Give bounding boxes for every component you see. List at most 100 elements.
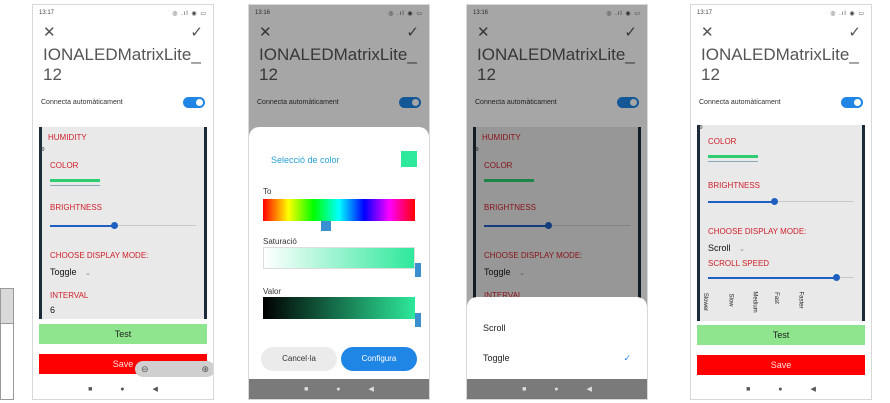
status-time: 13:17 [697, 10, 713, 16]
saturation-handle[interactable] [415, 263, 421, 277]
home-icon[interactable]: ● [554, 386, 558, 393]
settings-panel: HUMIDITY 39 COLOR BRIGHTNESS CHOOSE DISP… [39, 127, 207, 319]
status-bar: 13:17 ◎ .ıl ◉ ▭ [33, 5, 213, 21]
speed-tick-label: Slow [727, 293, 734, 307]
brightness-slider[interactable] [708, 198, 854, 205]
selected-color-swatch [401, 151, 417, 167]
check-icon[interactable]: ✓ [848, 23, 861, 41]
status-bar: 13:17 ◎ .ıl ◉ ▭ [691, 5, 871, 21]
recents-icon[interactable]: ■ [304, 386, 308, 393]
autoconnect-toggle[interactable] [841, 96, 863, 108]
save-button[interactable]: Save [697, 355, 865, 375]
zoom-in-icon[interactable]: ⊕ [201, 364, 209, 375]
display-mode-select[interactable]: Scroll ⌄ [708, 243, 745, 253]
close-icon[interactable]: ✕ [43, 23, 56, 41]
brightness-label: BRIGHTNESS [50, 203, 103, 212]
speed-tick-label: Faster [797, 291, 804, 309]
display-mode-label: CHOOSE DISPLAY MODE: [708, 227, 807, 236]
picker-title: Selecció de color [271, 155, 340, 165]
option-toggle-label: Toggle [483, 353, 510, 363]
scroll-speed-fill [708, 277, 837, 279]
chevron-down-icon: ⌄ [739, 246, 745, 253]
speed-tick-label: Medium [751, 291, 758, 313]
nav-bar: ■ ● ◀ [467, 379, 647, 399]
brightness-slider[interactable] [50, 222, 196, 229]
color-picker-dialog: Selecció de color To Saturació Valor Can… [249, 127, 429, 379]
chevron-down-icon: ⌄ [85, 270, 91, 277]
cancel-button[interactable]: Cancel·la [261, 347, 337, 371]
close-icon[interactable]: ✕ [701, 23, 714, 41]
value-bar[interactable] [263, 297, 415, 319]
home-icon[interactable]: ● [336, 386, 340, 393]
nav-bar: ■ ● ◀ [691, 379, 871, 399]
mode-options-sheet: Scroll Toggle ✓ [467, 297, 647, 379]
color-swatch[interactable] [50, 179, 100, 182]
nav-bar: ■ ● ◀ [249, 379, 429, 399]
color-swatch[interactable] [708, 155, 758, 158]
screen-mode-picker: 13:16 ◎ .ıl ◉ ▭ ✕ ✓ IONALEDMatrixLite_ 1… [466, 4, 648, 400]
apply-button[interactable]: Configura [341, 347, 417, 371]
brightness-fill [708, 201, 774, 203]
brightness-knob[interactable] [770, 198, 778, 205]
settings-panel: 39 COLOR BRIGHTNESS CHOOSE DISPLAY MODE:… [697, 125, 865, 321]
autoconnect-toggle[interactable] [183, 96, 205, 108]
hue-label: To [263, 187, 272, 196]
speed-tick-label: Slower [702, 292, 709, 312]
color-underline [708, 161, 758, 162]
saturation-label: Saturació [263, 237, 297, 246]
nav-bar: ■ ● ◀ [33, 379, 213, 399]
status-time: 13:17 [39, 10, 55, 16]
interval-value[interactable]: 6 [50, 305, 55, 315]
back-icon[interactable]: ◀ [153, 385, 158, 393]
top-bar: ✕ ✓ [33, 21, 213, 43]
small-number: 39 [697, 125, 703, 131]
scroll-speed-label: SCROLL SPEED [708, 259, 770, 268]
display-mode-label: CHOOSE DISPLAY MODE: [50, 251, 149, 260]
check-icon: ✓ [623, 353, 631, 363]
zoom-control[interactable]: ⊖ ⊕ [135, 361, 213, 377]
value-handle[interactable] [415, 313, 421, 327]
display-mode-value: Scroll [708, 243, 731, 253]
home-icon[interactable]: ● [120, 386, 124, 393]
scroll-speed-knob[interactable] [833, 274, 841, 281]
background-fragment-frame [0, 324, 14, 400]
screen-color-picker: 13:16 ◎ .ıl ◉ ▭ ✕ ✓ IONALEDMatrixLite_ 1… [248, 4, 430, 400]
display-mode-value: Toggle [50, 267, 77, 277]
home-icon[interactable]: ● [778, 386, 782, 393]
option-scroll-label: Scroll [483, 323, 506, 333]
test-button[interactable]: Test [697, 325, 865, 345]
zoom-out-icon[interactable]: ⊖ [141, 364, 149, 375]
back-icon[interactable]: ◀ [369, 385, 374, 393]
color-underline [50, 185, 100, 186]
screen-settings-toggle: 13:17 ◎ .ıl ◉ ▭ ✕ ✓ IONALEDMatrixLite_ 1… [32, 4, 214, 400]
device-title: IONALEDMatrixLite_ 12 [701, 45, 859, 84]
back-icon[interactable]: ◀ [811, 385, 816, 393]
recents-icon[interactable]: ■ [88, 386, 92, 393]
recents-icon[interactable]: ■ [746, 386, 750, 393]
speed-tick-label: Fast [772, 292, 779, 304]
back-icon[interactable]: ◀ [587, 385, 592, 393]
saturation-bar[interactable] [263, 247, 415, 269]
speed-ticks: Slower Slow Medium Fast Faster [700, 287, 862, 321]
color-label: COLOR [708, 137, 737, 146]
check-icon[interactable]: ✓ [190, 23, 203, 41]
option-toggle[interactable]: Toggle ✓ [483, 347, 631, 369]
display-mode-select[interactable]: Toggle ⌄ [50, 267, 91, 277]
option-scroll[interactable]: Scroll [483, 317, 631, 339]
autoconnect-row: Connecta automàticament [33, 91, 213, 113]
test-button[interactable]: Test [39, 324, 207, 344]
brightness-label: BRIGHTNESS [708, 181, 761, 190]
scroll-speed-slider[interactable] [708, 274, 854, 281]
hue-bar[interactable] [263, 199, 415, 221]
recents-icon[interactable]: ■ [522, 386, 526, 393]
autoconnect-label: Connecta automàticament [41, 98, 123, 106]
autoconnect-row: Connecta automàticament [691, 91, 871, 113]
top-bar: ✕ ✓ [691, 21, 871, 43]
humidity-label: HUMIDITY [48, 133, 87, 142]
status-icons: ◎ .ıl ◉ ▭ [172, 10, 207, 17]
color-label: COLOR [50, 161, 79, 170]
device-title: IONALEDMatrixLite_ 12 [43, 45, 201, 84]
hue-handle[interactable] [321, 221, 331, 231]
background-fragment [0, 288, 14, 324]
brightness-knob[interactable] [111, 222, 119, 229]
